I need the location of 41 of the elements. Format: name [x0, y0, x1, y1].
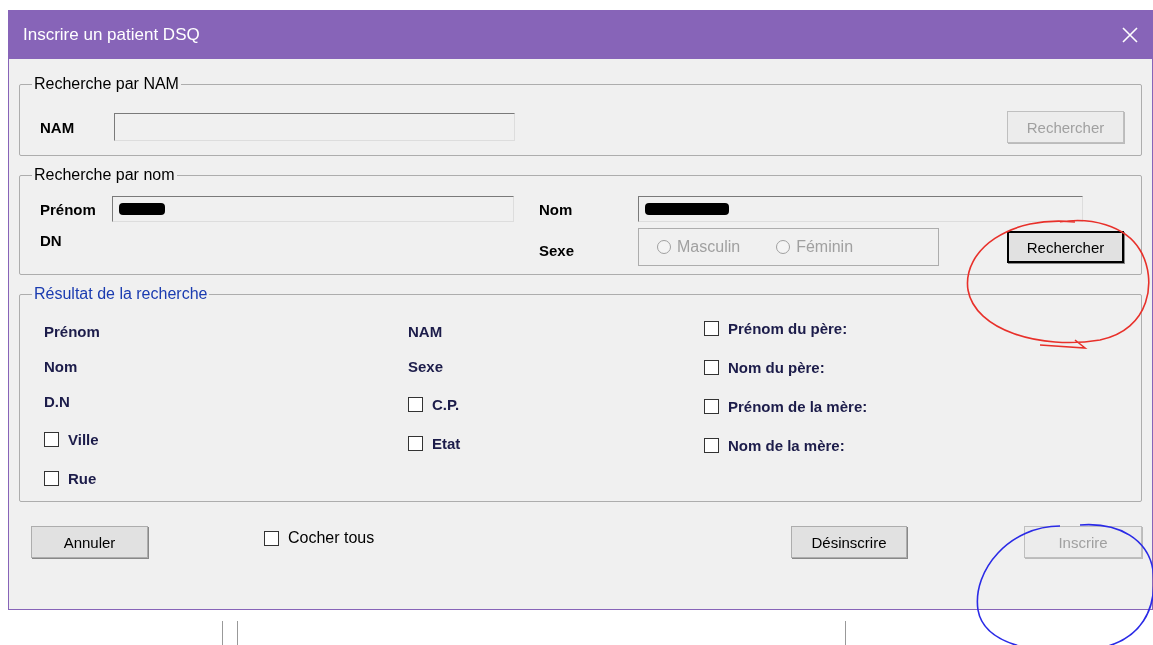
checkbox-label: Etat [432, 434, 461, 452]
checkbox[interactable] [408, 435, 423, 451]
checkbox-label: Ville [68, 430, 99, 448]
field-label: NAM [40, 118, 76, 136]
checkbox-label: Rue [68, 469, 97, 487]
window-title: Inscrire un patient DSQ [23, 24, 200, 45]
search-button[interactable]: Rechercher [1007, 231, 1124, 263]
input-field[interactable] [112, 196, 514, 222]
field-label: Prénom [44, 323, 101, 341]
radio-label: Féminin [796, 238, 854, 256]
checkbox[interactable] [704, 359, 719, 375]
field-label: Sexe [539, 241, 576, 259]
checkbox-label: Cocher tous [288, 529, 375, 547]
checkbox[interactable] [408, 396, 423, 412]
checkbox-label: Prénom du père: [728, 319, 848, 337]
checkbox-label: Nom de la mère: [728, 436, 845, 454]
field-label: D.N [44, 393, 71, 411]
checkbox-label: Nom du père: [728, 358, 825, 376]
input-field[interactable] [114, 113, 515, 141]
close-icon[interactable] [1122, 26, 1138, 43]
checkbox[interactable] [44, 431, 59, 447]
input-field[interactable] [638, 196, 1083, 222]
field-label: DN [40, 232, 63, 249]
checkbox[interactable] [44, 470, 59, 486]
checkbox-label: C.P. [432, 395, 460, 413]
radio-label: Masculin [677, 238, 741, 256]
unregister-button[interactable]: Désinscrire [791, 526, 907, 558]
field-label: Nom [539, 200, 574, 218]
field-label: Sexe [408, 358, 445, 376]
field-label: NAM [408, 323, 444, 341]
checkbox[interactable] [704, 398, 719, 414]
group-title: Recherche par nom [33, 166, 176, 184]
checkbox[interactable] [704, 320, 719, 336]
checkbox[interactable] [704, 437, 719, 453]
checkbox[interactable] [264, 530, 279, 546]
field-label: Prénom [40, 200, 97, 218]
field-label: Nom [44, 358, 79, 376]
checkbox-label: Prénom de la mère: [728, 397, 868, 415]
group-title: Recherche par NAM [33, 75, 180, 93]
cancel-button[interactable]: Annuler [31, 526, 148, 558]
group-title: Résultat de la recherche [33, 285, 209, 303]
